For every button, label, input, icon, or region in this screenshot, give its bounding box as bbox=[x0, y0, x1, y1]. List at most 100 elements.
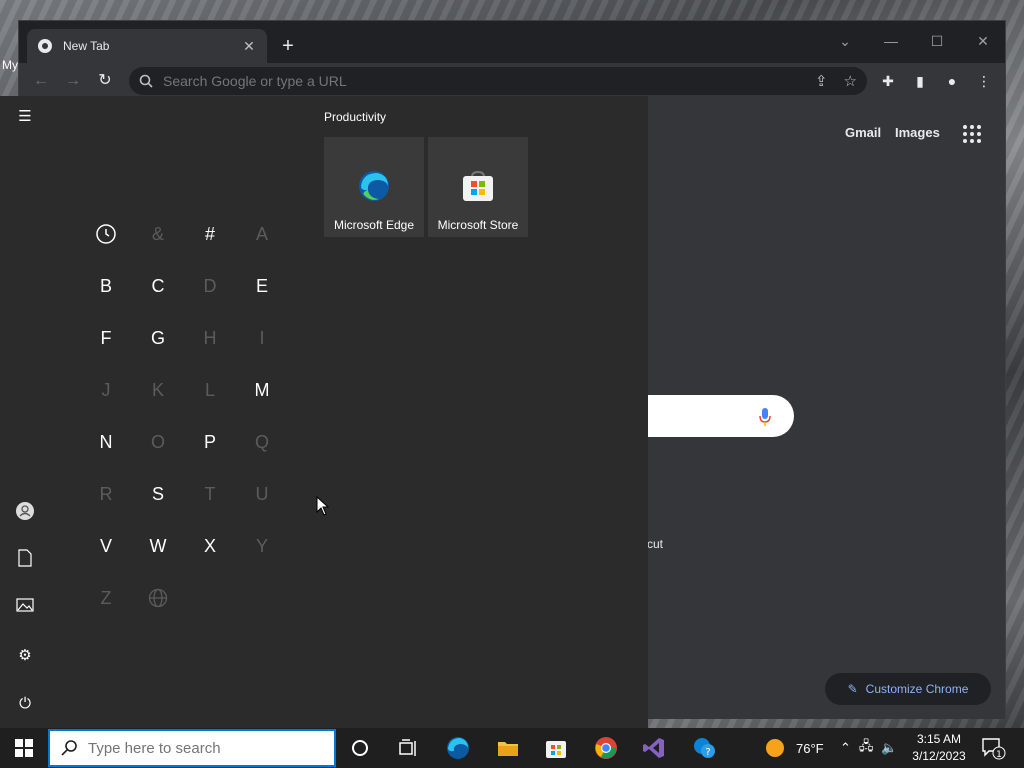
action-center-icon[interactable]: 1 bbox=[980, 736, 1006, 760]
network-icon[interactable]: 🖧 bbox=[859, 737, 874, 759]
svg-text:?: ? bbox=[705, 747, 710, 758]
taskbar-search-box[interactable] bbox=[48, 729, 336, 767]
tab-strip: New Tab ✕ + ⌄ — ☐ ✕ bbox=[19, 21, 1005, 63]
microphone-icon[interactable] bbox=[759, 408, 771, 426]
tile-microsoft-store[interactable]: Microsoft Store bbox=[428, 137, 528, 237]
jump-letter[interactable]: X bbox=[184, 520, 236, 572]
start-button[interactable] bbox=[0, 728, 48, 768]
recent-clock-icon[interactable] bbox=[80, 208, 132, 260]
jump-letter: A bbox=[255, 223, 268, 244]
jump-letter[interactable]: V bbox=[80, 520, 132, 572]
account-icon[interactable] bbox=[14, 501, 36, 523]
tab-new-tab[interactable]: New Tab ✕ bbox=[27, 29, 267, 63]
bookmark-star-icon[interactable]: ☆ bbox=[844, 72, 857, 90]
settings-gear-icon[interactable]: ⚙ bbox=[14, 645, 36, 667]
system-tray: ⌃ 🖧 🔈 bbox=[840, 728, 898, 768]
tile-label: Microsoft Store bbox=[437, 218, 519, 232]
file-explorer-icon[interactable] bbox=[496, 736, 520, 760]
close-window-button[interactable]: ✕ bbox=[969, 27, 997, 55]
jump-letter: & bbox=[151, 223, 164, 244]
edge-icon bbox=[359, 171, 389, 201]
tile-label: Microsoft Edge bbox=[333, 218, 415, 232]
address-input[interactable] bbox=[163, 73, 799, 89]
windows-logo-icon bbox=[15, 739, 33, 757]
notification-count: 1 bbox=[996, 750, 1002, 760]
jump-letter: T bbox=[204, 483, 216, 504]
jump-letter[interactable]: F bbox=[80, 312, 132, 364]
globe-icon bbox=[132, 572, 184, 624]
jump-letter: K bbox=[151, 379, 164, 400]
show-hidden-icons-chevron-icon[interactable]: ⌃ bbox=[840, 740, 851, 756]
jump-letter: O bbox=[150, 431, 165, 452]
desktop-icon-label[interactable]: My bbox=[2, 58, 18, 72]
jump-letter[interactable]: M bbox=[236, 364, 288, 416]
jump-letter[interactable]: N bbox=[80, 416, 132, 468]
power-icon[interactable]: ⏻ bbox=[14, 693, 36, 715]
extensions-icon[interactable]: ✚ bbox=[878, 71, 898, 91]
forward-button[interactable]: → bbox=[61, 69, 85, 93]
jump-letter[interactable]: # bbox=[184, 208, 236, 260]
new-tab-button[interactable]: + bbox=[277, 35, 299, 57]
chrome-favicon-icon bbox=[38, 39, 52, 53]
store-icon bbox=[463, 170, 493, 201]
chrome-taskbar-icon[interactable] bbox=[594, 736, 618, 760]
pencil-icon: ✎ bbox=[847, 682, 858, 696]
start-rail: ☰ ⚙ ⏻ bbox=[0, 96, 50, 728]
jump-letter: Q bbox=[254, 431, 269, 452]
jump-letter[interactable]: E bbox=[236, 260, 288, 312]
jump-letter[interactable]: G bbox=[132, 312, 184, 364]
side-panel-icon[interactable]: ▮ bbox=[910, 71, 930, 91]
share-icon[interactable]: ⇪ bbox=[815, 72, 828, 90]
jump-letter: J bbox=[101, 379, 111, 400]
tab-title: New Tab bbox=[63, 39, 110, 53]
hamburger-menu-icon[interactable]: ☰ bbox=[14, 106, 36, 128]
google-apps-icon[interactable] bbox=[963, 125, 981, 143]
jump-letter: D bbox=[203, 275, 217, 296]
store-taskbar-icon[interactable] bbox=[544, 736, 568, 760]
clock[interactable]: 3:15 AM 3/12/2023 bbox=[908, 731, 970, 765]
volume-muted-icon[interactable]: 🔈 bbox=[881, 740, 897, 756]
back-button[interactable]: ← bbox=[29, 69, 53, 93]
alphabet-jump-list: & # A B C D E F G H I J K L M N O P Q R S T U V W X Y Z bbox=[80, 208, 288, 624]
weather-sun-icon bbox=[766, 739, 784, 757]
gmail-link[interactable]: Gmail bbox=[845, 125, 881, 140]
maximize-button[interactable]: ☐ bbox=[923, 27, 951, 55]
more-menu-icon[interactable]: ⋮ bbox=[974, 71, 994, 91]
jump-letter[interactable]: S bbox=[132, 468, 184, 520]
clock-time: 3:15 AM bbox=[916, 732, 962, 746]
jump-letter: L bbox=[204, 379, 215, 400]
clock-date: 3/12/2023 bbox=[912, 749, 966, 763]
taskbar-search-input[interactable] bbox=[88, 739, 318, 757]
tab-close-icon[interactable]: ✕ bbox=[241, 38, 257, 55]
weather-temperature: 76°F bbox=[796, 740, 824, 756]
tile-group-title: Productivity bbox=[324, 110, 387, 124]
pictures-icon[interactable] bbox=[14, 597, 36, 619]
address-bar[interactable]: ⇪ ☆ bbox=[129, 67, 867, 95]
jump-letter[interactable]: W bbox=[132, 520, 184, 572]
jump-letter[interactable]: C bbox=[132, 260, 184, 312]
jump-letter: I bbox=[259, 327, 265, 348]
search-icon bbox=[139, 74, 153, 88]
profile-icon[interactable]: ● bbox=[942, 71, 962, 91]
jump-letter: U bbox=[255, 483, 269, 504]
task-view-icon[interactable] bbox=[396, 736, 420, 760]
cortana-icon[interactable] bbox=[348, 736, 372, 760]
minimize-button[interactable]: — bbox=[877, 27, 905, 55]
jump-letter[interactable]: P bbox=[184, 416, 236, 468]
tile-microsoft-edge[interactable]: Microsoft Edge bbox=[324, 137, 424, 237]
customize-chrome-button[interactable]: ✎ Customize Chrome bbox=[825, 673, 991, 705]
start-menu: ☰ ⚙ ⏻ & # A B C D E F G H I J K L M N O P Q R S T U V W X Y Z Produ… bbox=[0, 96, 648, 728]
tab-search-chevron-icon[interactable]: ⌄ bbox=[831, 27, 859, 55]
mouse-cursor-icon bbox=[316, 496, 330, 516]
edge-taskbar-icon[interactable] bbox=[446, 736, 470, 760]
visual-studio-icon[interactable] bbox=[642, 736, 666, 760]
add-shortcut-label[interactable]: cut bbox=[647, 537, 663, 551]
reload-button[interactable]: ↻ bbox=[93, 69, 117, 93]
weather-widget[interactable]: 76°F bbox=[766, 728, 824, 768]
browser-toolbar: ← → ↻ ⇪ ☆ ✚ ▮ ● ⋮ bbox=[19, 63, 1005, 99]
jump-letter[interactable]: B bbox=[80, 260, 132, 312]
documents-icon[interactable] bbox=[14, 549, 36, 571]
jump-letter: H bbox=[203, 327, 217, 348]
images-link[interactable]: Images bbox=[895, 125, 940, 140]
get-help-icon[interactable]: ? bbox=[692, 736, 716, 760]
